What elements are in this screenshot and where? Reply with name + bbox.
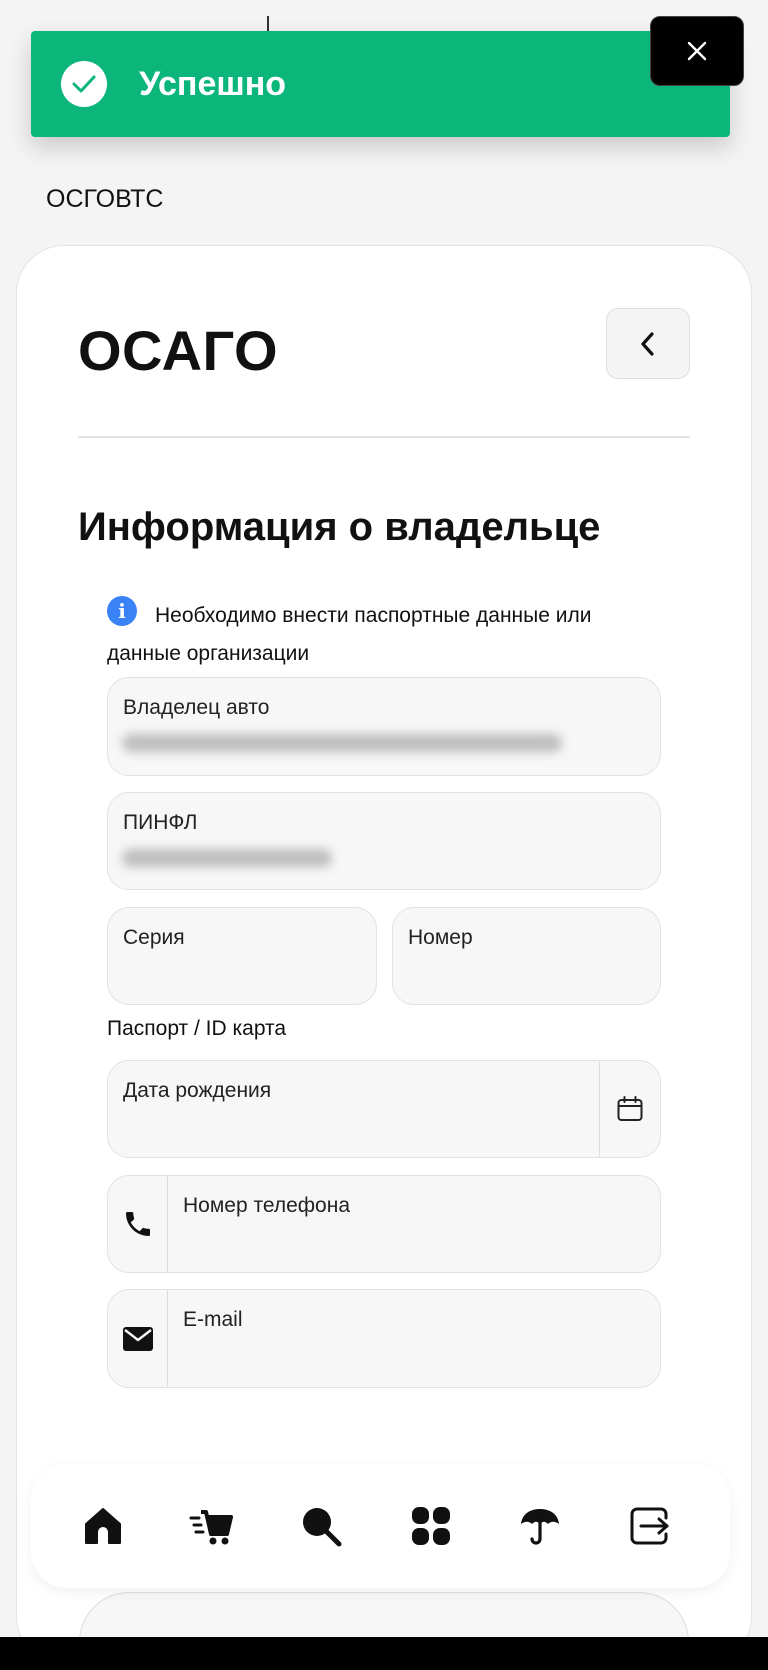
nav-apps[interactable]: [403, 1498, 459, 1554]
envelope-icon: [122, 1326, 153, 1351]
info-icon: i: [107, 596, 137, 626]
nav-cart[interactable]: [184, 1498, 240, 1554]
phone-label: Номер телефона: [183, 1194, 351, 1217]
owner-field[interactable]: Владелец авто: [107, 677, 661, 776]
section-title: Информация о владельце: [78, 505, 601, 549]
success-toast: Успешно: [31, 31, 730, 137]
back-button[interactable]: [606, 308, 690, 379]
chevron-left-icon: [641, 331, 654, 356]
toast-message: Успешно: [139, 65, 287, 103]
calendar-icon: [617, 1096, 643, 1121]
number-label: Номер: [408, 926, 473, 949]
nav-insurance[interactable]: [512, 1498, 568, 1554]
info-text: Необходимо внести паспортные данные или …: [107, 604, 592, 665]
email-label: E-mail: [183, 1308, 243, 1331]
page-title: ОСАГО: [78, 319, 279, 382]
apps-icon: [412, 1507, 450, 1545]
next-card: [79, 1592, 689, 1637]
check-circle-icon: [61, 61, 107, 107]
series-field[interactable]: Серия: [107, 907, 377, 1005]
divider: [78, 436, 690, 438]
section-label: ОСГОВТС: [46, 185, 164, 213]
status-tick: [267, 16, 269, 32]
phone-field[interactable]: Номер телефона: [107, 1175, 661, 1273]
nav-search[interactable]: [293, 1498, 349, 1554]
umbrella-icon: [521, 1509, 559, 1545]
cart-icon: [189, 1510, 233, 1545]
search-icon: [303, 1508, 342, 1547]
birth-date-label: Дата рождения: [123, 1079, 272, 1102]
system-bottom-bar: [0, 1637, 768, 1670]
email-addon: [108, 1290, 168, 1387]
nav-logout[interactable]: [621, 1498, 677, 1554]
number-field[interactable]: Номер: [392, 907, 661, 1005]
email-field[interactable]: E-mail: [107, 1289, 661, 1388]
passport-caption: Паспорт / ID карта: [107, 1017, 287, 1040]
owner-label: Владелец авто: [123, 696, 270, 719]
pinfl-label: ПИНФЛ: [123, 811, 198, 834]
owner-value-blurred: [122, 734, 562, 752]
page: ОСГОВТС ОСАГО Информация о владельце Нео…: [0, 0, 768, 1637]
birth-date-field[interactable]: Дата рождения: [107, 1060, 661, 1158]
phone-addon: [108, 1176, 168, 1272]
phone-icon: [125, 1212, 150, 1236]
logout-icon: [630, 1507, 669, 1545]
nav-home[interactable]: [75, 1498, 131, 1554]
bottom-navbar: [31, 1464, 730, 1588]
close-icon: [687, 41, 707, 61]
pinfl-value-blurred: [122, 849, 332, 867]
calendar-button[interactable]: [599, 1061, 660, 1157]
series-label: Серия: [123, 926, 185, 949]
toast-close-button[interactable]: [650, 16, 744, 86]
home-icon: [85, 1508, 121, 1544]
pinfl-field[interactable]: ПИНФЛ: [107, 792, 661, 890]
